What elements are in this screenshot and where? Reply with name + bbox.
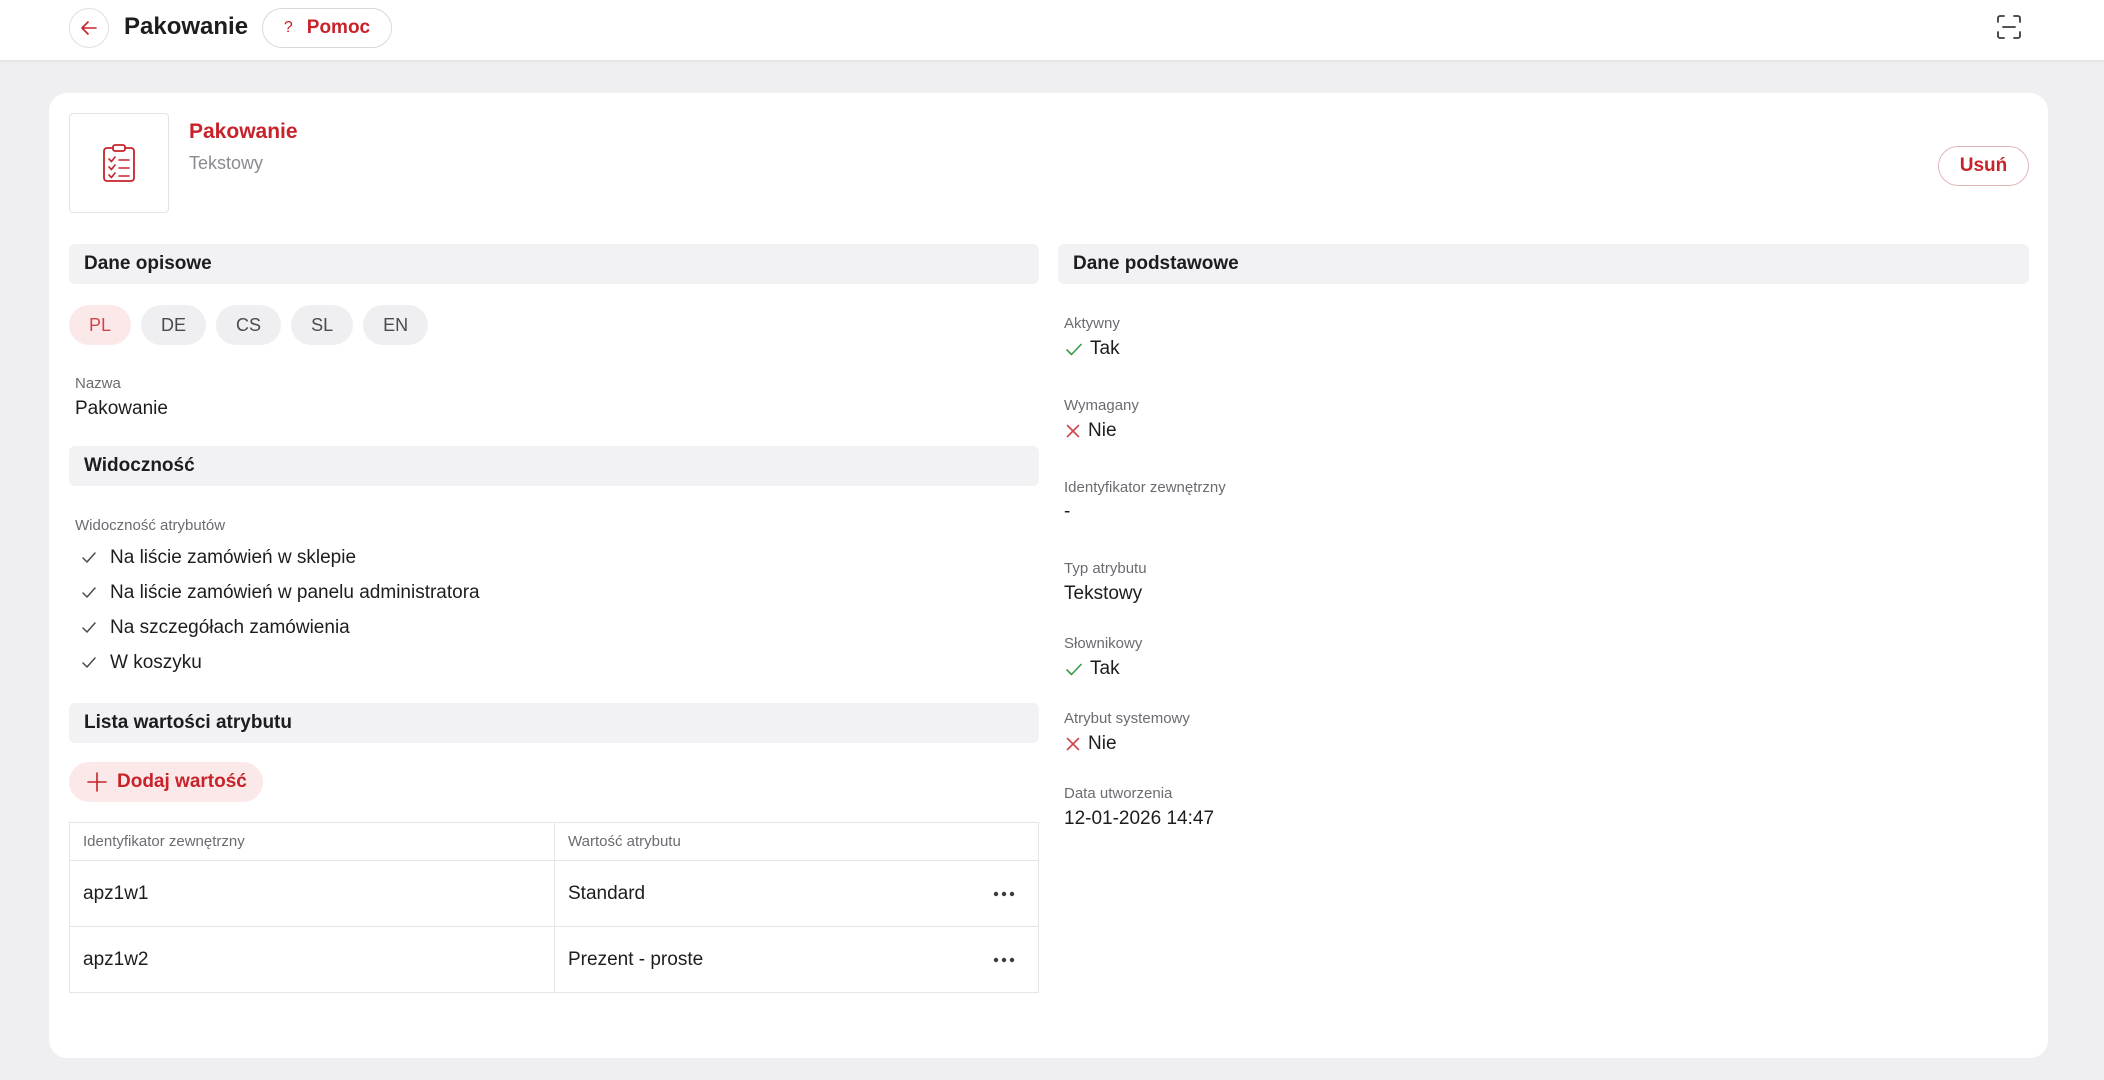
system-attribute-value: Nie <box>1066 733 1117 755</box>
cell-attribute-value: Standard <box>554 860 1039 927</box>
more-horizontal-icon <box>993 891 1015 896</box>
active-value-text: Tak <box>1090 338 1120 359</box>
question-icon: ? <box>283 19 293 36</box>
check-icon <box>1066 663 1082 675</box>
external-id-label: Identyfikator zewnętrzny <box>1064 479 1226 496</box>
required-value-text: Nie <box>1088 420 1117 441</box>
table-row: apz1w2 Prezent - proste <box>69 926 1039 993</box>
cross-icon <box>1066 737 1080 751</box>
list-item: Na szczegółach zamówienia <box>82 610 480 645</box>
fullscreen-button[interactable] <box>1996 14 2022 40</box>
attribute-type-subtitle: Tekstowy <box>189 153 264 173</box>
tab-language-en[interactable]: EN <box>363 305 429 345</box>
system-attribute-label: Atrybut systemowy <box>1064 710 1190 727</box>
visibility-section-header: Widoczność <box>69 446 1039 486</box>
external-id-value: - <box>1064 501 1071 522</box>
visibility-list: Na liście zamówień w sklepie Na liście z… <box>82 540 480 680</box>
check-icon <box>82 551 96 563</box>
values-section-header: Lista wartości atrybutu <box>69 703 1039 743</box>
column-header-attribute-value: Wartość atrybutu <box>554 822 1039 861</box>
basic-section-header: Dane podstawowe <box>1058 244 2029 284</box>
add-value-label: Dodaj wartość <box>117 771 247 792</box>
created-date-value: 12-01-2026 14:47 <box>1064 808 1215 829</box>
clipboard-checklist-icon <box>103 144 135 182</box>
delete-button[interactable]: Usuń <box>1938 146 2029 186</box>
language-tabs: PL DE CS SL EN <box>69 305 429 345</box>
created-date-label: Data utworzenia <box>1064 785 1173 802</box>
column-header-external-id: Identyfikator zewnętrzny <box>69 822 555 861</box>
cell-external-id: apz1w2 <box>69 926 555 993</box>
attribute-icon-box <box>69 113 169 213</box>
attribute-card: Pakowanie Tekstowy Usuń Dane opisowe PL … <box>49 93 2048 1058</box>
check-icon <box>82 656 96 668</box>
name-label: Nazwa <box>75 375 121 392</box>
dictionary-value: Tak <box>1066 658 1120 680</box>
scan-frame-icon <box>1997 15 2021 39</box>
visibility-item-label: Na liście zamówień w panelu administrato… <box>110 581 480 603</box>
attribute-type-label: Typ atrybutu <box>1064 560 1147 577</box>
dictionary-label: Słownikowy <box>1064 635 1143 652</box>
descriptive-section-header: Dane opisowe <box>69 244 1039 284</box>
arrow-left-icon <box>81 21 97 35</box>
active-label: Aktywny <box>1064 315 1120 332</box>
visibility-item-label: Na liście zamówień w sklepie <box>110 546 357 568</box>
visibility-item-label: Na szczegółach zamówienia <box>110 616 350 638</box>
table-row: apz1w1 Standard <box>69 860 1039 927</box>
check-icon <box>82 586 96 598</box>
tab-language-sl[interactable]: SL <box>291 305 354 345</box>
add-value-button[interactable]: Dodaj wartość <box>69 762 263 802</box>
cell-external-id: apz1w1 <box>69 860 555 927</box>
help-button-label: Pomoc <box>306 17 371 38</box>
system-attribute-value-text: Nie <box>1088 733 1117 754</box>
cell-attribute-value: Prezent - proste <box>554 926 1039 993</box>
name-value: Pakowanie <box>75 398 168 419</box>
required-label: Wymagany <box>1064 397 1139 414</box>
tab-language-de[interactable]: DE <box>141 305 207 345</box>
visibility-label: Widoczność atrybutów <box>75 517 226 534</box>
tab-language-pl[interactable]: PL <box>69 305 132 345</box>
more-horizontal-icon <box>993 957 1015 962</box>
row-actions-button[interactable] <box>992 948 1016 972</box>
check-icon <box>82 621 96 633</box>
values-table: Identyfikator zewnętrzny Wartość atrybut… <box>69 822 1039 993</box>
plus-icon <box>87 772 107 792</box>
tab-language-cs[interactable]: CS <box>216 305 282 345</box>
attribute-value-text: Prezent - proste <box>568 948 704 970</box>
attribute-value-text: Standard <box>568 882 646 904</box>
page-title: Pakowanie <box>124 13 249 40</box>
attribute-type-value: Tekstowy <box>1064 583 1143 604</box>
active-value: Tak <box>1066 338 1120 360</box>
attribute-title: Pakowanie <box>189 120 298 143</box>
visibility-item-label: W koszyku <box>110 651 202 673</box>
list-item: Na liście zamówień w sklepie <box>82 540 480 575</box>
top-bar: Pakowanie ? Pomoc <box>0 0 2104 60</box>
help-button[interactable]: ? Pomoc <box>262 8 392 48</box>
dictionary-value-text: Tak <box>1090 658 1120 679</box>
list-item: Na liście zamówień w panelu administrato… <box>82 575 480 610</box>
back-button[interactable] <box>69 8 109 48</box>
required-value: Nie <box>1066 420 1117 442</box>
cross-icon <box>1066 424 1080 438</box>
list-item: W koszyku <box>82 645 480 680</box>
check-icon <box>1066 343 1082 355</box>
row-actions-button[interactable] <box>992 882 1016 906</box>
